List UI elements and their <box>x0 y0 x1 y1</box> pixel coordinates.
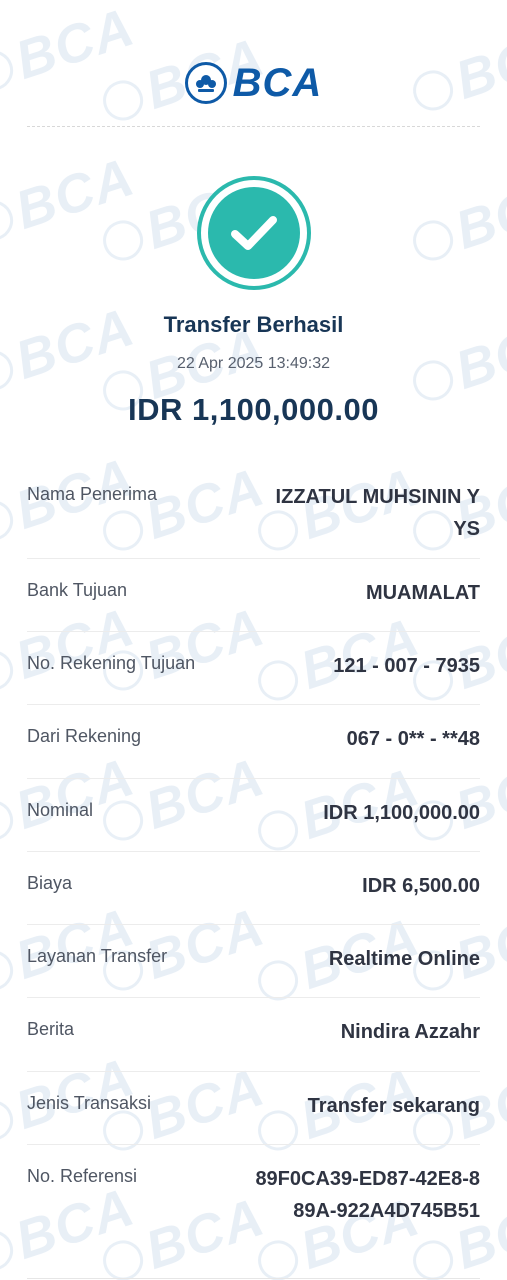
watermark: BCA <box>404 166 507 276</box>
watermark-icon <box>0 195 19 246</box>
detail-value: Transfer sekarang <box>307 1095 480 1117</box>
detail-label: Jenis Transaksi <box>27 1093 152 1113</box>
detail-label: Bank Tujuan <box>27 580 128 600</box>
detail-row-message: Berita Nindira Azzahr <box>27 998 480 1072</box>
dashed-divider <box>27 126 480 127</box>
checkmark-icon <box>231 216 277 250</box>
bottom-divider <box>27 1278 480 1279</box>
detail-value: MUAMALAT <box>365 582 480 604</box>
watermark-text: BCA <box>8 146 142 241</box>
detail-value: 067 - 0** - **48 <box>346 728 480 750</box>
detail-row-nominal: Nominal IDR 1,100,000.00 <box>27 779 480 852</box>
detail-value: Realtime Online <box>328 948 480 970</box>
detail-label: Layanan Transfer <box>27 946 168 966</box>
watermark-icon <box>0 1225 19 1276</box>
status-title: Transfer Berhasil <box>163 312 344 337</box>
watermark-icon <box>97 215 149 266</box>
detail-row-destination-account: No. Rekening Tujuan 121 - 007 - 7935 <box>27 632 480 705</box>
transaction-datetime: 22 Apr 2025 13:49:32 <box>176 355 331 372</box>
detail-label: Nominal <box>27 800 94 820</box>
bca-logo-icon <box>184 62 227 104</box>
brand-logo-text: BCA <box>232 61 323 105</box>
watermark-text: BCA <box>448 166 507 261</box>
detail-row-transfer-service: Layanan Transfer Realtime Online <box>27 925 480 998</box>
detail-value: IZZATUL MUHSININ YYS <box>275 486 480 540</box>
detail-row-fee: Biaya IDR 6,500.00 <box>27 852 480 925</box>
detail-row-source-account: Dari Rekening 067 - 0** - **48 <box>27 705 480 779</box>
watermark: BCA <box>0 146 142 256</box>
detail-label: No. Referensi <box>27 1166 138 1186</box>
detail-row-reference-number: No. Referensi 89F0CA39-ED87-42E8-889A-92… <box>27 1145 480 1278</box>
detail-value: 121 - 007 - 7935 <box>333 655 480 677</box>
watermark-icon <box>0 495 19 546</box>
watermark-icon <box>0 795 19 846</box>
watermark-icon <box>0 645 19 696</box>
detail-row-recipient-name: Nama Penerima IZZATUL MUHSININ YYS <box>27 463 480 559</box>
brand-logo: BCA <box>0 60 507 106</box>
detail-label: Dari Rekening <box>27 726 142 746</box>
watermark-text: BCA <box>8 296 142 391</box>
check-circle-icon <box>208 187 300 279</box>
detail-label: No. Rekening Tujuan <box>27 653 196 673</box>
detail-value: Nindira Azzahr <box>340 1021 480 1043</box>
detail-value: IDR 1,100,000.00 <box>323 802 480 824</box>
detail-label: Nama Penerima <box>27 484 158 504</box>
watermark-icon <box>0 945 19 996</box>
watermark-icon <box>0 1095 19 1146</box>
transfer-amount: IDR 1,100,000.00 <box>127 392 379 427</box>
detail-label: Biaya <box>27 873 73 893</box>
detail-value: IDR 6,500.00 <box>362 875 480 897</box>
success-status-icon <box>197 176 311 290</box>
watermark-icon <box>407 215 459 266</box>
transaction-details: Nama Penerima IZZATUL MUHSININ YYS Bank … <box>27 463 480 1278</box>
detail-row-transaction-type: Jenis Transaksi Transfer sekarang <box>27 1072 480 1145</box>
detail-value: 89F0CA39-ED87-42E8-889A-922A4D745B51 <box>255 1168 480 1222</box>
bca-logo-glyph <box>195 75 216 92</box>
detail-row-destination-bank: Bank Tujuan MUAMALAT <box>27 559 480 632</box>
detail-label: Berita <box>27 1019 75 1039</box>
